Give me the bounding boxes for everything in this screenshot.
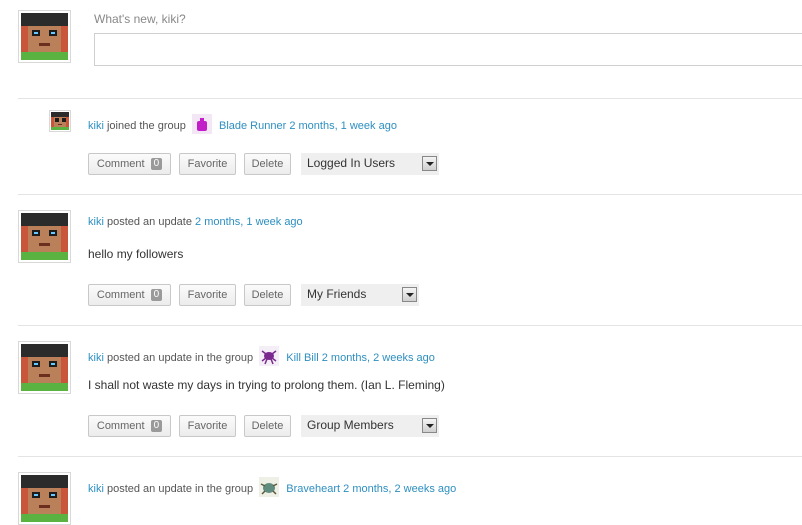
chevron-down-icon (422, 418, 437, 433)
favorite-button[interactable]: Favorite (179, 153, 236, 175)
visibility-select[interactable]: Logged In Users (301, 153, 439, 175)
group-link[interactable]: Kill Bill (286, 352, 318, 364)
timestamp-link[interactable]: 2 months, 1 week ago (195, 216, 303, 228)
comment-button[interactable]: Comment 0 (88, 284, 171, 306)
purple-bag-icon[interactable] (191, 113, 213, 135)
chevron-down-icon (422, 156, 437, 171)
visibility-select[interactable]: My Friends (301, 284, 419, 306)
activity-meta: kiki joined the group Blade Runner 2 mon… (88, 113, 397, 137)
activity-action: posted an update in the group (106, 482, 254, 495)
timestamp-link[interactable]: 2 months, 2 weeks ago (322, 352, 435, 364)
group-link[interactable]: Blade Runner (219, 120, 286, 132)
whats-new-input[interactable] (94, 33, 802, 66)
comment-button[interactable]: Comment 0 (88, 153, 171, 175)
user-avatar[interactable] (18, 341, 71, 394)
divider (18, 98, 802, 99)
purple-bug-icon[interactable] (258, 345, 280, 367)
chevron-down-icon (402, 287, 417, 302)
user-avatar[interactable] (18, 210, 71, 263)
timestamp-link[interactable]: 2 months, 2 weeks ago (343, 483, 456, 495)
divider (18, 456, 802, 457)
user-avatar[interactable] (49, 110, 71, 132)
composer-prompt: What's new, kiki? (94, 12, 186, 26)
divider (18, 325, 802, 326)
current-user-avatar[interactable] (18, 10, 71, 63)
group-link[interactable]: Braveheart (286, 483, 340, 495)
user-avatar[interactable] (18, 472, 71, 525)
activity-meta: kiki posted an update in the group Kill … (88, 345, 435, 369)
comment-count: 0 (150, 289, 163, 301)
comment-button[interactable]: Comment 0 (88, 415, 171, 437)
favorite-button[interactable]: Favorite (179, 415, 236, 437)
divider (18, 194, 802, 195)
comment-count: 0 (150, 158, 163, 170)
delete-button[interactable]: Delete (244, 284, 291, 306)
comment-count: 0 (150, 420, 163, 432)
activity-meta: kiki posted an update in the group Brave… (88, 477, 456, 500)
delete-button[interactable]: Delete (244, 153, 291, 175)
user-link[interactable]: kiki (88, 352, 104, 364)
delete-button[interactable]: Delete (244, 415, 291, 437)
timestamp-link[interactable]: 2 months, 1 week ago (289, 120, 397, 132)
activity-meta: kiki posted an update 2 months, 1 week a… (88, 216, 303, 228)
activity-content: I shall not waste my days in trying to p… (88, 378, 445, 392)
activity-action: posted an update in the group (106, 351, 254, 364)
activity-action: posted an update (106, 216, 192, 228)
favorite-button[interactable]: Favorite (179, 284, 236, 306)
user-link[interactable]: kiki (88, 216, 104, 228)
user-link[interactable]: kiki (88, 483, 104, 495)
user-link[interactable]: kiki (88, 120, 104, 132)
visibility-select[interactable]: Group Members (301, 415, 439, 437)
activity-content: hello my followers (88, 247, 184, 261)
activity-action: joined the group (106, 119, 186, 132)
